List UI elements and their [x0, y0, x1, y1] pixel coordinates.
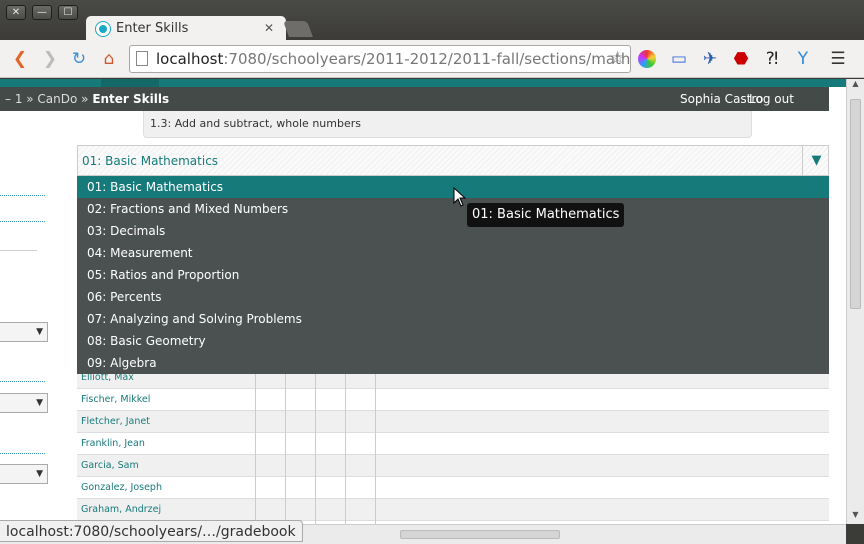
menu-icon[interactable]: ☰: [828, 49, 848, 69]
gradebook-grid: Elliott, Max Fischer, Mikkel Fletcher, J…: [77, 367, 829, 524]
address-host: localhost: [156, 50, 224, 68]
title-bar: ✕ — ☐ Enter Skills ✕: [0, 0, 864, 42]
address-text: localhost:7080/schoolyears/2011-2012/201…: [156, 50, 631, 68]
dropdown-option[interactable]: 03: Decimals: [77, 220, 829, 242]
home-icon[interactable]: ⌂: [99, 49, 119, 69]
skill-set-select[interactable]: 01: Basic Mathematics ▼: [77, 145, 829, 176]
breadcrumb: – 1 » CanDo » Enter Skills: [5, 92, 169, 106]
column-divider: [345, 367, 346, 524]
page-icon: [136, 51, 148, 66]
table-row[interactable]: Franklin, Jean: [77, 433, 829, 455]
dropdown-arrow-icon[interactable]: ▼: [802, 146, 830, 175]
table-row[interactable]: Fletcher, Janet: [77, 411, 829, 433]
skill-text: 1.3: Add and subtract, whole numbers: [150, 117, 361, 130]
mouse-cursor-icon: [453, 187, 467, 207]
reload-icon[interactable]: ↻: [69, 49, 89, 69]
scrollbar-thumb[interactable]: [400, 530, 560, 539]
bookmark-star-icon[interactable]: ☆: [610, 48, 625, 68]
column-divider: [285, 367, 286, 524]
scrollbar-thumb[interactable]: [850, 99, 861, 309]
accent-tab: [101, 79, 159, 87]
sidebar-select[interactable]: ▼: [0, 322, 48, 342]
breadcrumb-links[interactable]: – 1 » CanDo »: [5, 92, 92, 106]
scroll-down-icon[interactable]: ▼: [847, 510, 864, 524]
dropdown-option[interactable]: 05: Ratios and Proportion: [77, 264, 829, 286]
dropdown-option[interactable]: 09: Algebra: [77, 352, 829, 374]
browser-toolbar: ❮ ❯ ↻ ⌂ localhost:7080/schoolyears/2011-…: [0, 40, 864, 78]
sidebar-select[interactable]: ▼: [0, 393, 48, 413]
screenshot-icon[interactable]: ▭: [669, 49, 689, 69]
sidebar-divider: [0, 453, 45, 454]
sidebar-select[interactable]: ▼: [0, 464, 48, 484]
dropdown-option[interactable]: 06: Percents: [77, 286, 829, 308]
sidebar-divider: [0, 381, 45, 382]
table-row[interactable]: Fischer, Mikkel: [77, 389, 829, 411]
breadcrumb-current: Enter Skills: [92, 92, 170, 106]
dropdown-option[interactable]: 04: Measurement: [77, 242, 829, 264]
tooltip: 01: Basic Mathematics: [467, 203, 625, 227]
column-divider: [255, 367, 256, 524]
dropdown-option[interactable]: 08: Basic Geometry: [77, 330, 829, 352]
table-row[interactable]: Garcia, Sam: [77, 455, 829, 477]
logout-link[interactable]: Log out: [749, 92, 794, 106]
window-maximize-button[interactable]: ☐: [58, 5, 78, 20]
forward-icon[interactable]: ❯: [40, 49, 60, 69]
window-close-button[interactable]: ✕: [6, 5, 26, 20]
table-row[interactable]: Graham, Andrzej: [77, 499, 829, 521]
column-divider: [315, 367, 316, 524]
skill-box: 1.3: Add and subtract, whole numbers: [143, 111, 752, 138]
y-extension-icon[interactable]: Y: [793, 49, 813, 69]
nav-bar: – 1 » CanDo » Enter Skills Sophia Castro…: [0, 87, 829, 111]
sidebar-divider: [0, 221, 45, 222]
new-tab-button[interactable]: [283, 21, 313, 37]
tab-close-icon[interactable]: ✕: [264, 21, 274, 35]
dropdown-option[interactable]: 07: Analyzing and Solving Problems: [77, 308, 829, 330]
adblock-icon[interactable]: ⬣: [731, 49, 751, 69]
vertical-scrollbar[interactable]: ▲ ▼: [846, 79, 864, 524]
extension-icon[interactable]: ✈: [700, 49, 720, 69]
favicon-icon: [96, 22, 110, 36]
sidebar-divider: [0, 250, 37, 251]
address-path: :7080/schoolyears/2011-2012/2011-fall/se…: [223, 50, 631, 68]
help-extension-icon[interactable]: ⁈: [762, 49, 782, 69]
back-icon[interactable]: ❮: [10, 49, 30, 69]
tab-title: Enter Skills: [116, 21, 189, 36]
status-bar: localhost:7080/schoolyears/…/gradebook: [0, 520, 303, 542]
column-divider: [375, 367, 376, 524]
select-value: 01: Basic Mathematics: [82, 154, 219, 168]
sidebar-divider: [0, 195, 45, 196]
page-content: – 1 » CanDo » Enter Skills Sophia Castro…: [0, 79, 846, 524]
color-picker-icon[interactable]: [638, 50, 656, 68]
table-row[interactable]: Gonzalez, Joseph: [77, 477, 829, 499]
address-bar[interactable]: localhost:7080/schoolyears/2011-2012/201…: [129, 45, 631, 73]
scroll-up-icon[interactable]: ▲: [847, 79, 864, 93]
window-minimize-button[interactable]: —: [32, 5, 52, 20]
browser-tab[interactable]: Enter Skills ✕: [86, 16, 286, 42]
